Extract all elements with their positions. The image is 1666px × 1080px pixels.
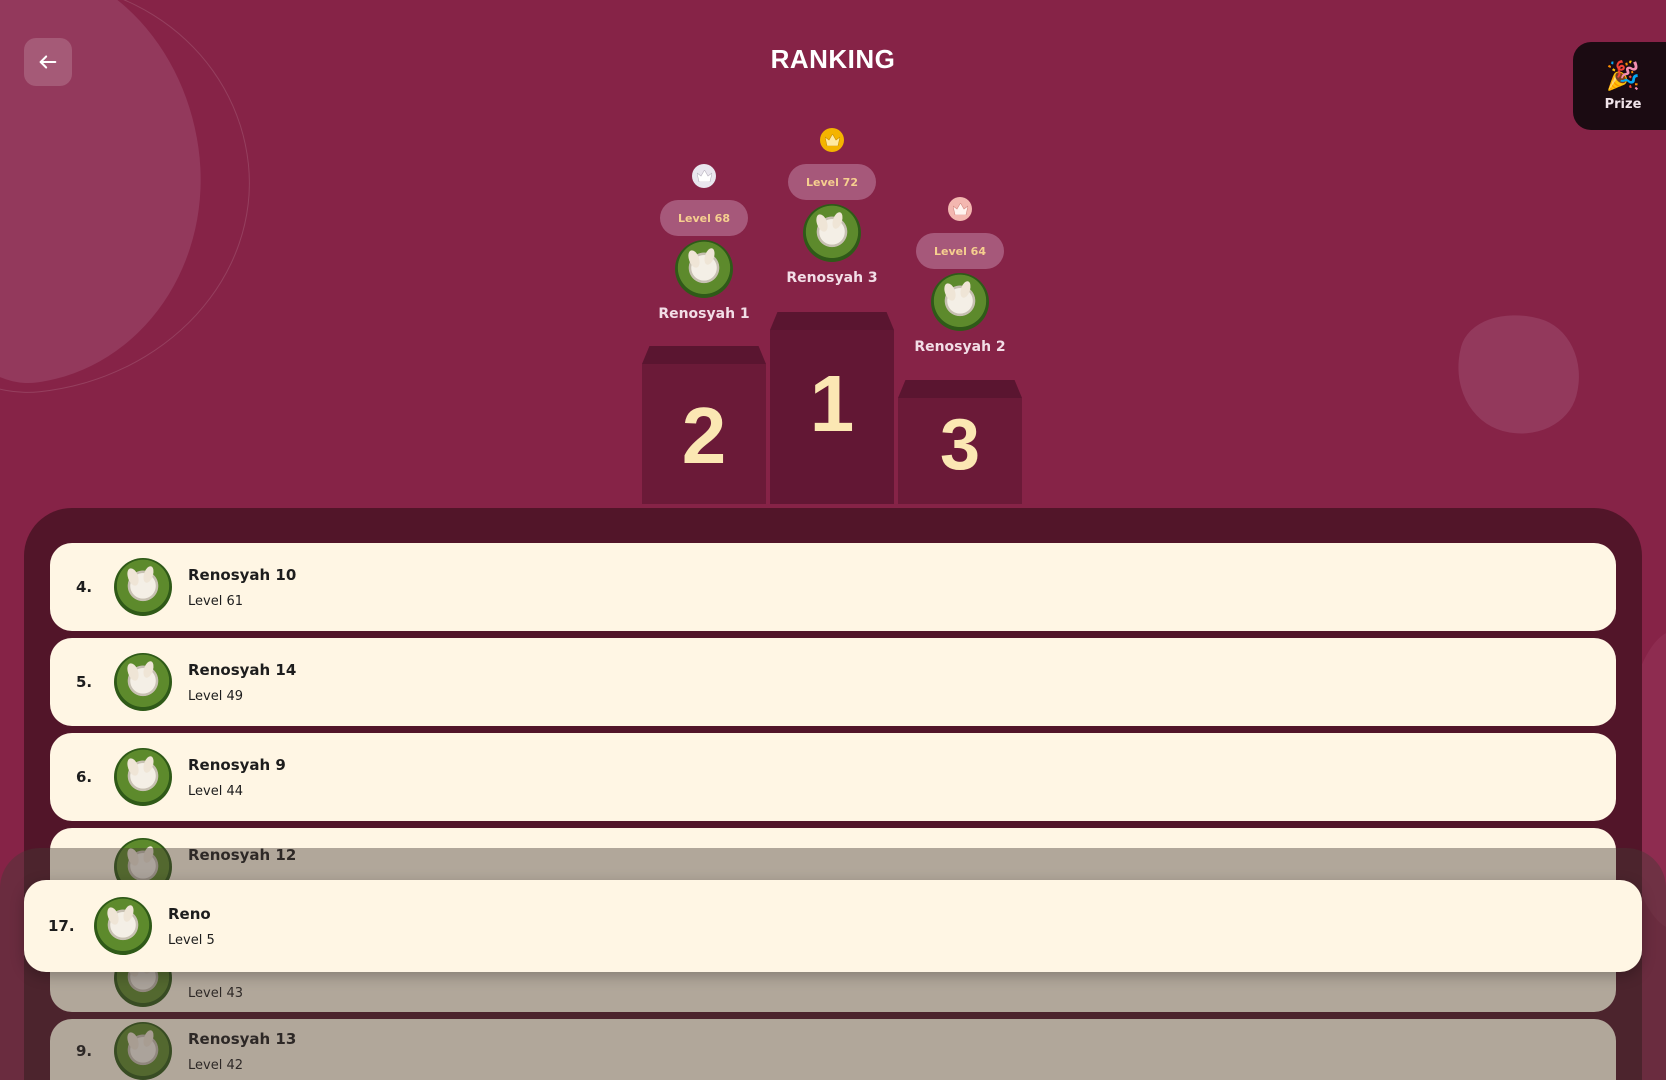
podium-player-first[interactable]: Level 72 Renosyah 3 (762, 128, 902, 286)
prize-label: Prize (1604, 96, 1642, 112)
player-name: Renosyah 9 (188, 755, 286, 774)
podium-block-third: 3 (898, 380, 1022, 504)
rank-number: 4. (76, 578, 93, 596)
podium-player-third[interactable]: Level 64 Renosyah 2 (890, 197, 1030, 355)
level-badge: Level 72 (788, 164, 876, 200)
avatar (931, 273, 989, 331)
level-badge: Level 68 (660, 200, 748, 236)
level-badge: Level 64 (916, 233, 1004, 269)
leaderboard-row[interactable]: 5. Renosyah 14 Level 49 (50, 638, 1616, 726)
player-level: Level 61 (188, 593, 243, 609)
podium-block-second: 2 (642, 346, 766, 504)
rank-number: 6. (76, 768, 93, 786)
prize-button[interactable]: 🎉 Prize (1573, 42, 1666, 130)
avatar (114, 748, 172, 806)
podium-block-first: 1 (770, 312, 894, 504)
podium-place-number: 1 (809, 359, 855, 448)
rank-number: 17. (48, 917, 75, 935)
party-popper-icon: 🎉 (1605, 58, 1641, 92)
avatar (675, 240, 733, 298)
player-name: Renosyah 10 (188, 565, 297, 584)
player-name: Renosyah 1 (658, 306, 750, 322)
podium-block-top (770, 312, 894, 330)
current-user-row[interactable]: 17. Reno Level 5 (24, 880, 1642, 972)
podium-block-top (898, 380, 1022, 398)
player-name: Renosyah 14 (188, 660, 297, 679)
podium-player-second[interactable]: Level 68 Renosyah 1 (634, 164, 774, 322)
player-name: Renosyah 2 (914, 339, 1006, 355)
podium-place-number: 3 (939, 405, 981, 485)
crown-icon (948, 197, 972, 221)
avatar (114, 558, 172, 616)
leaderboard-row[interactable]: 6. Renosyah 9 Level 44 (50, 733, 1616, 821)
avatar (803, 204, 861, 262)
page-title: RANKING (770, 44, 896, 74)
player-level: Level 5 (168, 932, 215, 948)
background-blob (1442, 300, 1594, 448)
player-level: Level 44 (188, 783, 243, 799)
leaderboard-row[interactable]: 4. Renosyah 10 Level 61 (50, 543, 1616, 631)
rank-number: 5. (76, 673, 93, 691)
avatar (94, 897, 152, 955)
player-name: Renosyah 3 (786, 270, 878, 286)
player-name: Reno (168, 904, 211, 923)
avatar (114, 653, 172, 711)
crown-icon (820, 128, 844, 152)
crown-icon (692, 164, 716, 188)
podium-block-top (642, 346, 766, 364)
podium-place-number: 2 (681, 391, 727, 480)
player-level: Level 49 (188, 688, 243, 704)
